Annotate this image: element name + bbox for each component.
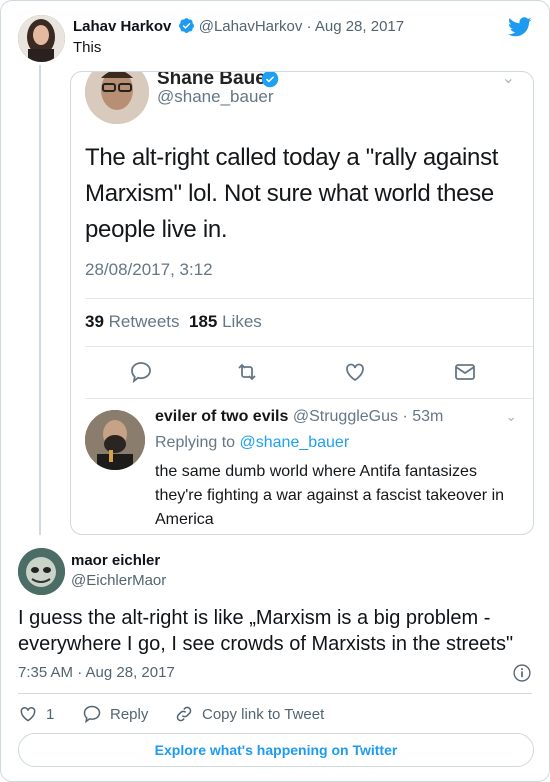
reply-icon (83, 705, 101, 724)
likes-count: 185 (188, 312, 218, 331)
like-count: 1 (46, 705, 55, 723)
parent-header: Lahav Harkov @LahavHarkov · Aug 28, 2017 (73, 17, 404, 37)
reply-button[interactable]: Reply (82, 704, 148, 724)
thread-line (39, 65, 41, 535)
copy-link-button[interactable]: Copy link to Tweet (174, 704, 324, 724)
divider (85, 398, 533, 399)
embed-actions (71, 360, 533, 386)
embed-author-handle: @shane_bauer (157, 87, 274, 106)
copy-link-label: Copy link to Tweet (202, 705, 325, 723)
chevron-down-icon: ⌄ (501, 71, 515, 87)
author-handle[interactable]: @LahavHarkov (199, 18, 303, 35)
twitter-bird-icon[interactable] (508, 15, 532, 39)
divider (18, 693, 532, 694)
tweet-card: Lahav Harkov @LahavHarkov · Aug 28, 2017… (0, 0, 550, 782)
reply-header: eviler of two evils @StruggleGus · 53m (155, 408, 443, 426)
reply-icon (131, 362, 151, 384)
replying-label: Replying to (155, 434, 236, 451)
reply-handle-time: @StruggleGus · 53m (292, 408, 444, 425)
reply-label: Reply (110, 705, 149, 723)
explore-twitter-button[interactable]: Explore what's happening on Twitter (18, 733, 534, 767)
divider (85, 346, 533, 347)
tweet-timestamp[interactable]: 7:35 AM · Aug 28, 2017 (18, 664, 175, 681)
reply-avatar (85, 410, 145, 470)
divider (85, 298, 533, 299)
embed-tweet-text: The alt-right called today a "rally agai… (85, 144, 499, 243)
replying-handle: @shane_bauer (239, 434, 350, 451)
reply-text: the same dumb world where Antifa fantasi… (155, 463, 505, 528)
author-handle[interactable]: @EichlerMaor (71, 572, 166, 589)
avatar[interactable] (18, 15, 65, 62)
tweet-date[interactable]: · Aug 28, 2017 (307, 18, 405, 35)
embed-avatar (85, 72, 149, 124)
tweet-text: This (73, 39, 102, 56)
verified-badge-icon (178, 18, 194, 33)
replying-to: Replying to @shane_bauer (155, 434, 349, 452)
likes-label: Likes (222, 312, 262, 331)
embedded-image[interactable]: Shane Bauer @shane_bauer ⌄ The alt-right… (70, 71, 534, 535)
heart-icon (20, 706, 36, 722)
chevron-down-icon: ⌄ (505, 408, 517, 424)
author-name[interactable]: maor eichler (71, 552, 160, 569)
reply-author-name: eviler of two evils (155, 408, 289, 425)
embed-stats: 39 Retweets 185 Likes (85, 312, 262, 332)
like-icon (346, 363, 364, 382)
tweet-text: I guess the alt-right is like „Marxism i… (18, 607, 514, 655)
link-icon (176, 706, 192, 722)
like-button[interactable]: 1 (18, 704, 54, 724)
embed-tweet-date: 28/08/2017, 3:12 (85, 260, 213, 279)
avatar[interactable] (18, 548, 65, 595)
message-icon (455, 364, 475, 380)
retweet-icon (238, 363, 256, 381)
author-name[interactable]: Lahav Harkov (73, 18, 171, 35)
retweets-label: Retweets (108, 312, 180, 331)
verified-badge-icon (261, 72, 279, 88)
info-icon[interactable] (512, 663, 532, 683)
retweets-count: 39 (85, 312, 104, 331)
